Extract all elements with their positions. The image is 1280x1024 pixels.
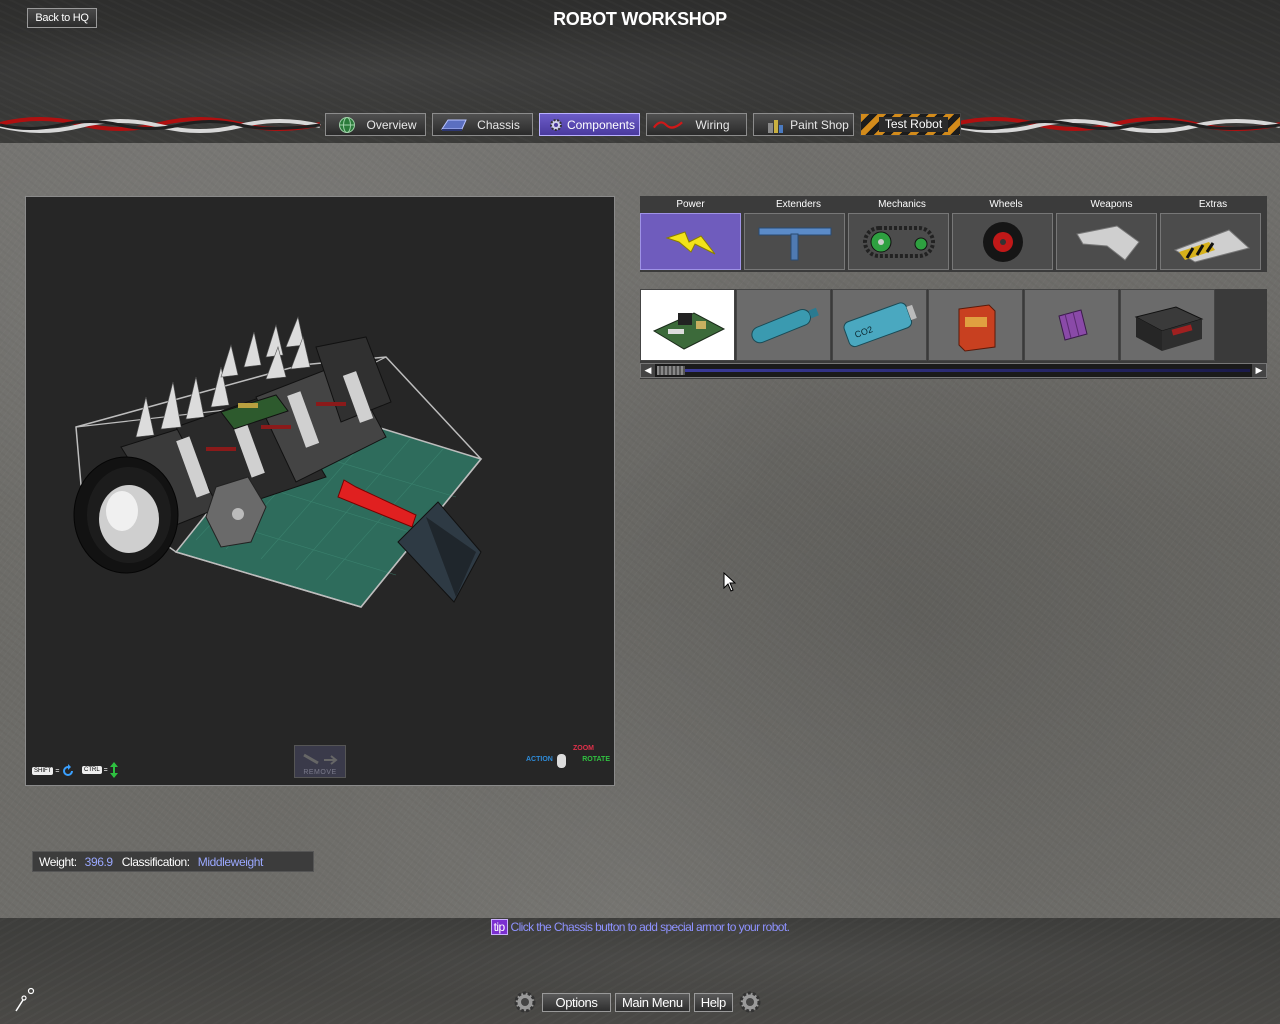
wire-icon <box>653 116 683 134</box>
category-label-power: Power <box>676 199 705 210</box>
category-label-wheels: Wheels <box>989 199 1023 210</box>
gear-icon <box>546 116 567 134</box>
gear-icon <box>737 989 763 1015</box>
co2-tank-icon: CO2 <box>843 302 917 348</box>
tab-label: Wiring <box>695 117 730 132</box>
category-extenders[interactable] <box>744 213 845 270</box>
paint-cans-icon <box>760 116 790 134</box>
tab-components[interactable]: Components <box>539 113 640 136</box>
main-menu-button[interactable]: Main Menu <box>615 992 690 1012</box>
parts-scrollbar[interactable]: ◀ ▶ <box>640 363 1267 378</box>
shift-key: SHIFT <box>32 767 54 775</box>
tab-label: Paint Shop <box>790 117 849 132</box>
part-circuit-board[interactable] <box>640 289 735 361</box>
category-label-mechanics: Mechanics <box>878 199 926 210</box>
category-label-extras: Extras <box>1198 199 1228 210</box>
robot-model <box>73 315 483 608</box>
zoom-label: ZOOM <box>573 745 594 752</box>
part-battery-red[interactable] <box>928 289 1023 361</box>
lightning-icon <box>664 230 715 254</box>
action-label: ACTION <box>526 756 553 763</box>
classification-label: Classification: <box>121 854 190 869</box>
category-label-extenders: Extenders <box>775 199 822 210</box>
tab-label: Test Robot <box>878 117 949 132</box>
mouse-cursor-icon <box>723 572 737 592</box>
scroll-thumb[interactable] <box>657 366 685 375</box>
part-co2-tank[interactable]: CO2 <box>832 289 927 361</box>
chassis-icon <box>439 116 469 134</box>
ctrl-move-hint: CTRL = <box>82 762 118 778</box>
vertical-arrow-icon <box>109 762 118 778</box>
blade-icon <box>1075 224 1140 261</box>
footer-menu: Options Main Menu Help <box>512 988 763 1016</box>
category-extras[interactable] <box>1160 213 1261 270</box>
mouse-icon <box>557 754 566 768</box>
wedge-icon <box>1173 228 1250 263</box>
battery-purple-icon <box>1057 309 1088 341</box>
wrench-arrow-icon <box>303 753 338 765</box>
gear-icon <box>512 989 538 1015</box>
scroll-left-icon[interactable]: ◀ <box>641 364 655 377</box>
tip-text: Click the Chassis button to add special … <box>510 920 790 934</box>
tab-wiring[interactable]: Wiring <box>646 113 747 136</box>
battery-box-icon <box>1134 306 1203 351</box>
rotate-icon <box>63 764 74 776</box>
workshop-tabs: Overview Chassis Components Wiring Paint… <box>325 113 961 136</box>
tab-label: Chassis <box>477 117 520 132</box>
gas-canister-icon <box>750 307 819 344</box>
part-battery-box[interactable] <box>1120 289 1215 361</box>
wheel-icon <box>982 221 1023 262</box>
remove-component-button[interactable]: REMOVE <box>294 745 346 778</box>
classification-value: Middleweight <box>197 854 264 869</box>
category-wheels[interactable] <box>952 213 1053 270</box>
help-button[interactable]: Help <box>693 992 733 1012</box>
category-weapons[interactable] <box>1056 213 1157 270</box>
tab-overview[interactable]: Overview <box>325 113 426 136</box>
weight-value: 396.9 <box>84 854 113 869</box>
part-battery-purple[interactable] <box>1024 289 1119 361</box>
scroll-track <box>685 369 1250 372</box>
options-button[interactable]: Options <box>542 992 611 1012</box>
robot-stats: Weight: 396.9 Classification: Middleweig… <box>32 851 314 872</box>
robot-3d-viewport[interactable]: REMOVE SHIFT = CTRL = ZOOM ACTION ROTATE <box>25 196 615 786</box>
tab-label: Components <box>566 117 635 132</box>
remove-label: REMOVE <box>303 769 337 776</box>
chain-drive-icon <box>862 225 935 258</box>
weight-label: Weight: <box>39 854 77 869</box>
rotate-label: ROTATE <box>582 756 610 763</box>
settings-sliders-icon[interactable] <box>14 985 40 1013</box>
component-parts-list: CO2 ◀ ▶ <box>640 289 1267 379</box>
category-power[interactable] <box>640 213 741 270</box>
tab-paint-shop[interactable]: Paint Shop <box>753 113 854 136</box>
category-mechanics[interactable] <box>848 213 949 270</box>
mouse-controls-hint: ZOOM ACTION ROTATE <box>520 745 610 777</box>
tip-badge: tip <box>490 919 508 935</box>
test-robot-button[interactable]: Test Robot <box>860 113 961 136</box>
component-categories: Power Extenders Mechanics Wheels Weapons… <box>640 196 1267 272</box>
shift-rotate-hint: SHIFT = <box>32 764 75 778</box>
page-title: ROBOT WORKSHOP <box>553 9 727 29</box>
globe-icon <box>332 116 362 134</box>
ctrl-key: CTRL <box>82 766 102 774</box>
scroll-right-icon[interactable]: ▶ <box>1252 364 1266 377</box>
tab-label: Overview <box>366 117 417 132</box>
tip-bar: tip Click the Chassis button to add speci… <box>0 919 1280 935</box>
extender-bar-icon <box>758 227 831 260</box>
part-gas-canister[interactable] <box>736 289 831 361</box>
category-label-weapons: Weapons <box>1090 199 1133 210</box>
circuit-board-icon <box>652 312 725 350</box>
battery-red-icon <box>958 304 995 352</box>
tab-chassis[interactable]: Chassis <box>432 113 533 136</box>
